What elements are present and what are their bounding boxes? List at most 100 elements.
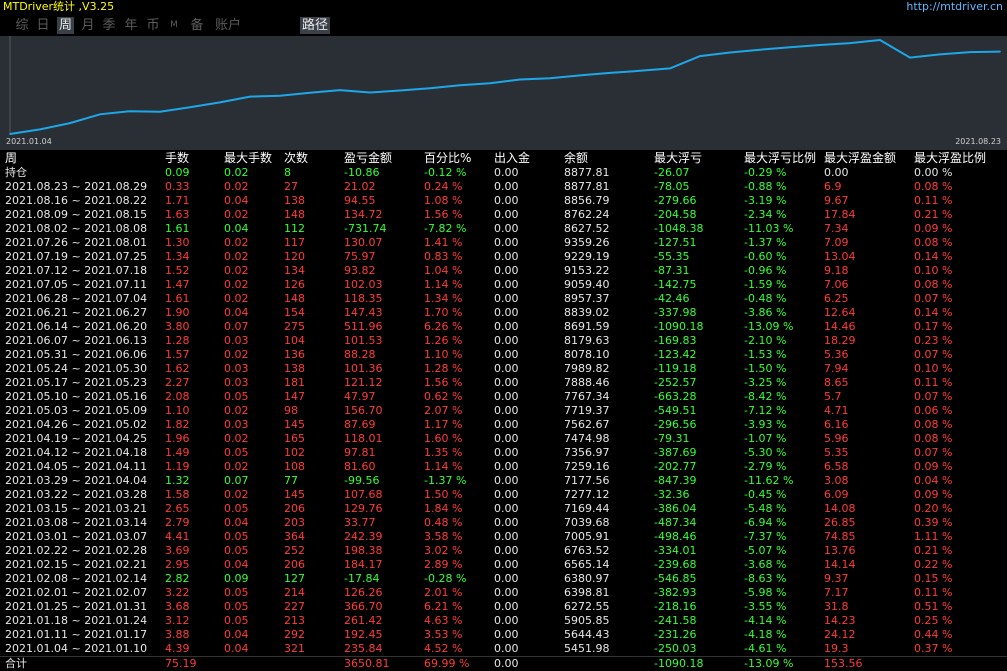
cell-mfpp: 0.21 % xyxy=(914,544,953,557)
cell-mfl: -549.51 xyxy=(654,404,697,417)
holding-cell: 8 xyxy=(284,166,291,179)
cell-count: 275 xyxy=(284,320,305,333)
tab-6[interactable]: 币 xyxy=(145,17,161,34)
cell-mfp: 74.85 xyxy=(824,530,856,543)
cell-mfl: -55.35 xyxy=(654,250,690,263)
table-row: 2021.08.23 ~ 2021.08.29 0.33 0.02 27 21.02 0.… xyxy=(0,180,1007,194)
cell-pct: 0.62 % xyxy=(424,390,463,403)
cell-period: 2021.08.02 ~ 2021.08.08 xyxy=(5,222,148,235)
cell-mfpp: 0.25 % xyxy=(914,614,953,627)
cell-max_lots: 0.02 xyxy=(224,488,249,501)
cell-mfpp: 0.07 % xyxy=(914,446,953,459)
cell-io: 0.00 xyxy=(494,222,519,235)
title-bar: MTDriver统计 ,V3.25 http://mtdriver.cn xyxy=(0,0,1007,14)
cell-mfp: 9.37 xyxy=(824,572,849,585)
equity-point xyxy=(699,55,701,57)
cell-count: 77 xyxy=(284,474,298,487)
cell-pct: 3.58 % xyxy=(424,530,463,543)
cell-pct: -1.37 % xyxy=(424,474,467,487)
cell-io: 0.00 xyxy=(494,544,519,557)
tab-0[interactable]: 综 xyxy=(14,17,30,34)
cell-mfp: 5.35 xyxy=(824,446,849,459)
cell-io: 0.00 xyxy=(494,250,519,263)
equity-point xyxy=(219,101,221,104)
cell-balance: 6763.52 xyxy=(564,544,610,557)
cell-max_lots: 0.02 xyxy=(224,292,249,305)
site-url-link[interactable]: http://mtdriver.cn xyxy=(906,0,1003,13)
cell-period: 2021.02.08 ~ 2021.02.14 xyxy=(5,572,148,585)
cell-pnl: 156.70 xyxy=(344,404,383,417)
cell-mflp: -2.10 % xyxy=(744,334,787,347)
cell-pnl: 366.70 xyxy=(344,600,383,613)
cell-period: 2021.03.15 ~ 2021.03.21 xyxy=(5,502,148,515)
cell-pct: 1.41 % xyxy=(424,236,463,249)
cell-lots: 1.30 xyxy=(165,236,190,249)
cell-period: 2021.04.05 ~ 2021.04.11 xyxy=(5,460,148,473)
cell-mfp: 7.94 xyxy=(824,362,849,375)
cell-count: 134 xyxy=(284,264,305,277)
cell-pnl: -731.74 xyxy=(344,222,387,235)
cell-period: 2021.05.31 ~ 2021.06.06 xyxy=(5,348,148,361)
cell-balance: 5644.43 xyxy=(564,628,610,641)
cell-lots: 1.10 xyxy=(165,404,190,417)
cell-io: 0.00 xyxy=(494,600,519,613)
cell-max_lots: 0.04 xyxy=(224,222,249,235)
cell-period: 2021.06.14 ~ 2021.06.20 xyxy=(5,320,148,333)
cell-pnl: 235.84 xyxy=(344,642,383,655)
cell-mfl: -42.46 xyxy=(654,292,690,305)
cell-period: 2021.01.04 ~ 2021.01.10 xyxy=(5,642,148,655)
cell-mfl: -231.26 xyxy=(654,628,697,641)
cell-count: 147 xyxy=(284,390,305,403)
cell-balance: 9153.22 xyxy=(564,264,610,277)
cell-io: 0.00 xyxy=(494,474,519,487)
cell-pnl: 47.97 xyxy=(344,390,376,403)
equity-point xyxy=(969,51,971,53)
cell-pct: 1.08 % xyxy=(424,194,463,207)
holding-cell: 8877.81 xyxy=(564,166,610,179)
cell-balance: 9359.26 xyxy=(564,236,610,249)
tab-8[interactable]: 备 xyxy=(189,17,205,34)
equity-point xyxy=(129,110,131,112)
cell-mflp: -7.37 % xyxy=(744,530,787,543)
cell-period: 2021.07.12 ~ 2021.07.18 xyxy=(5,264,148,277)
cell-mfp: 13.04 xyxy=(824,250,856,263)
tab-2[interactable]: 周 xyxy=(57,17,74,34)
cell-mfl: -337.98 xyxy=(654,306,697,319)
cell-max_lots: 0.02 xyxy=(224,180,249,193)
cell-mflp: -3.25 % xyxy=(744,376,787,389)
tab-3[interactable]: 月 xyxy=(80,17,96,34)
table-row: 2021.07.05 ~ 2021.07.11 1.47 0.02 126 102.03… xyxy=(0,278,1007,292)
cell-period: 2021.05.03 ~ 2021.05.09 xyxy=(5,404,148,417)
cell-mflp: -1.53 % xyxy=(744,348,787,361)
tab-10[interactable]: 路径 xyxy=(300,17,330,34)
cell-io: 0.00 xyxy=(494,334,519,347)
cell-mfl: -1048.38 xyxy=(654,222,704,235)
tab-5[interactable]: 年 xyxy=(123,17,139,34)
weekly-stats-table: 周 手数 最大手数 次数 盈亏金额 百分比% 出入金 余额 最大浮亏 最大浮亏比例 最大浮盈金额 最大… xyxy=(0,150,1007,670)
cell-lots: 2.95 xyxy=(165,558,190,571)
tab-7[interactable]: M xyxy=(168,17,180,34)
cell-max_lots: 0.02 xyxy=(224,264,249,277)
cell-mflp: -2.79 % xyxy=(744,460,787,473)
cell-pct: -7.82 % xyxy=(424,222,467,235)
tab-1[interactable]: 日 xyxy=(35,17,51,34)
cell-mfp: 14.14 xyxy=(824,558,856,571)
cell-max_lots: 0.03 xyxy=(224,362,249,375)
cell-max_lots: 0.05 xyxy=(224,530,249,543)
cell-mfl: -204.58 xyxy=(654,208,697,221)
cell-mfp: 9.67 xyxy=(824,194,849,207)
cell-pnl: 261.42 xyxy=(344,614,383,627)
cell-pnl: 93.82 xyxy=(344,264,376,277)
tab-9[interactable]: 账户 xyxy=(213,17,243,34)
cell-balance: 8179.63 xyxy=(564,334,610,347)
cell-pct: 6.21 % xyxy=(424,600,463,613)
tab-4[interactable]: 季 xyxy=(101,17,117,34)
equity-point xyxy=(159,110,161,113)
cell-balance: 8762.24 xyxy=(564,208,610,221)
cell-period: 2021.07.26 ~ 2021.08.01 xyxy=(5,236,148,249)
cell-lots: 1.96 xyxy=(165,432,190,445)
equity-point xyxy=(729,51,731,54)
cell-count: 154 xyxy=(284,306,305,319)
app-title: MTDriver统计 ,V3.25 xyxy=(3,0,115,13)
cell-lots: 1.47 xyxy=(165,278,190,291)
